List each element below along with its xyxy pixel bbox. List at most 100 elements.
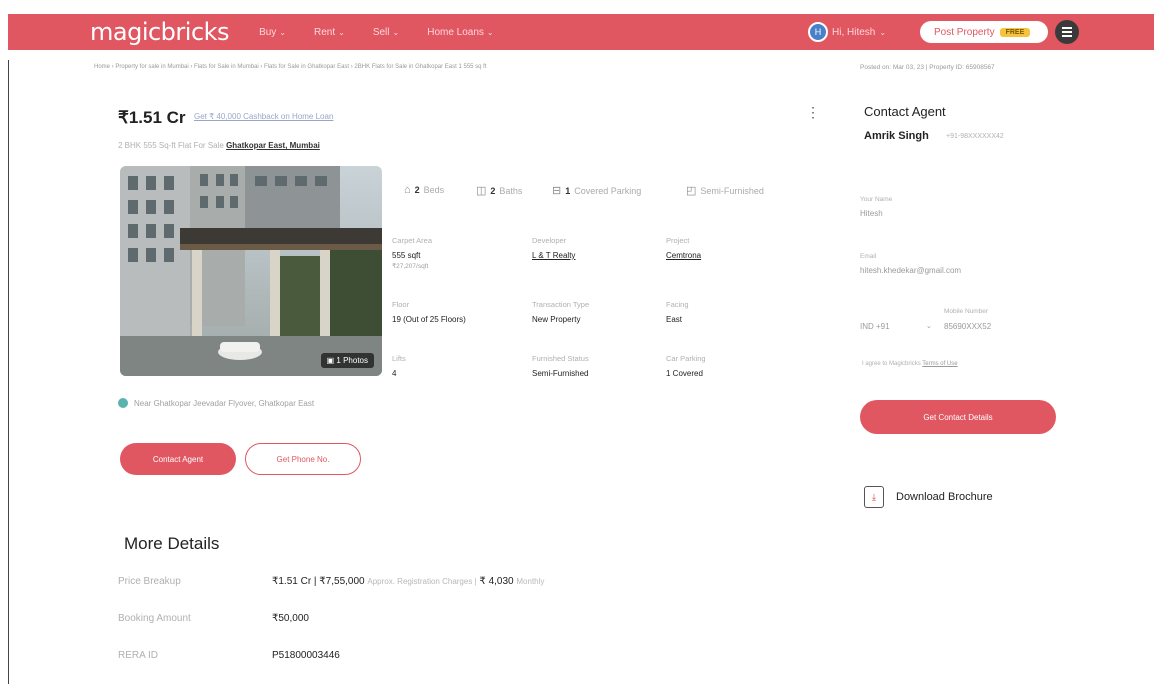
registration-note: Approx. Registration Charges |	[367, 577, 477, 586]
contact-agent-button[interactable]: Contact Agent	[120, 443, 236, 475]
post-property-button[interactable]: Post Property FREE	[920, 21, 1048, 43]
photo-count: 1 Photos	[336, 356, 368, 365]
listing-price: ₹1.51 Cr	[118, 108, 186, 127]
location-pin-icon	[118, 398, 128, 408]
cashback-link[interactable]: Get ₹ 40,000 Cashback on Home Loan	[194, 112, 333, 121]
avatar: H	[808, 22, 828, 42]
spec-label: Developer	[532, 236, 567, 245]
chevron-down-icon[interactable]: ⌄	[926, 322, 932, 330]
contact-agent-title: Contact Agent	[864, 104, 946, 119]
spec-value: New Property	[532, 315, 581, 324]
spec-lifts: Lifts 4	[392, 354, 512, 378]
spec-carpet-area: Carpet Area 555 sqft ₹27,207/sqft	[392, 236, 512, 270]
spec-value: 1 Covered	[666, 369, 703, 378]
baths-info: ◫ 2 Baths	[476, 184, 522, 197]
main-nav: Buy ⌄ Rent ⌄ Sell ⌄ Home Loans ⌄	[259, 27, 494, 38]
spec-value: 19 (Out of 25 Floors)	[392, 315, 466, 324]
listing-location-link[interactable]: Ghatkopar East, Mumbai	[226, 141, 320, 150]
more-details-title: More Details	[124, 534, 220, 553]
detail-label: Price Breakup	[118, 576, 181, 587]
project-link[interactable]: Cemtrona	[666, 251, 786, 260]
name-field[interactable]: Hitesh	[860, 209, 883, 218]
spec-value: 555 sqft	[392, 251, 421, 260]
detail-label: RERA ID	[118, 650, 159, 661]
breadcrumb[interactable]: Home › Property for sale in Mumbai › Fla…	[94, 64, 487, 70]
spec-label: Carpet Area	[392, 236, 433, 245]
detail-value: P51800003446	[272, 650, 340, 661]
spec-developer: Developer L & T Realty	[532, 236, 652, 260]
monthly-value: ₹ 4,030	[479, 576, 514, 587]
spec-facing: Facing East	[666, 300, 786, 324]
terms-link[interactable]: Terms of Use	[922, 361, 957, 367]
spec-label: Furnished Status	[532, 354, 589, 363]
baths-count: 2	[490, 185, 496, 196]
beds-count: 2	[414, 185, 420, 195]
nav-sell[interactable]: Sell ⌄	[373, 27, 399, 38]
page: magicbricks Buy ⌄ Rent ⌄ Sell ⌄ Home Loans ⌄…	[0, 0, 1158, 684]
nearby-text: Near Ghatkopar Jeevadar Flyover, Ghatkop…	[134, 398, 315, 408]
agent-name: Amrik Singh	[864, 130, 929, 142]
nav-rent[interactable]: Rent ⌄	[314, 27, 345, 38]
spec-label: Transaction Type	[532, 300, 590, 309]
bed-icon: ⌂	[404, 184, 411, 196]
chevron-down-icon: ⌄	[279, 27, 286, 37]
monthly-label: Monthly	[516, 577, 545, 586]
spec-value: Semi-Furnished	[532, 369, 589, 378]
spec-project: Project Cemtrona	[666, 236, 786, 260]
nav-rent-label: Rent	[314, 26, 336, 38]
price-breakup-value: ₹1.51 Cr | ₹7,55,000	[272, 576, 365, 587]
mobile-field[interactable]: 85690XXX52	[944, 322, 991, 331]
nav-home-loans[interactable]: Home Loans ⌄	[427, 27, 493, 38]
magicbricks-logo[interactable]: magicbricks	[90, 18, 230, 46]
detail-row-price-breakup: Price Breakup ₹1.51 Cr | ₹7,55,000 Appro…	[118, 576, 544, 587]
chevron-down-icon: ⌄	[879, 27, 887, 37]
chevron-down-icon: ⌄	[392, 27, 400, 37]
mobile-label: Mobile Number	[944, 308, 989, 315]
page-border	[8, 60, 9, 684]
baths-label: Baths	[499, 185, 523, 196]
parking-icon: ⊟	[552, 185, 562, 197]
spec-sub: ₹27,207/sqft	[392, 263, 429, 270]
detail-label: Booking Amount	[118, 613, 191, 624]
photo-count-badge[interactable]: ▣ 1 Photos	[320, 353, 374, 368]
spec-furnished: Furnished Status Semi-Furnished	[532, 354, 652, 378]
detail-value: ₹1.51 Cr | ₹7,55,000 Approx. Registratio…	[272, 576, 544, 587]
property-photo[interactable]: ▣ 1 Photos	[120, 166, 382, 376]
nav-buy[interactable]: Buy ⌄	[259, 27, 286, 38]
email-field[interactable]: hitesh.khedekar@gmail.com	[860, 266, 961, 275]
parking-count: 1	[565, 185, 571, 196]
detail-value: ₹50,000	[272, 613, 309, 624]
email-label: Email	[860, 253, 877, 260]
free-badge: FREE	[999, 27, 1031, 37]
user-menu[interactable]: H Hi, Hitesh ⌄	[808, 22, 886, 42]
bath-icon: ◫	[476, 185, 487, 197]
beds-info: ⌂ 2 Beds	[404, 184, 444, 196]
more-options-icon[interactable]: ⋮	[806, 104, 820, 121]
spec-label: Project	[666, 236, 690, 245]
post-property-label: Post Property	[934, 26, 995, 38]
building-image	[120, 166, 382, 376]
furnishing-info: ◰ Semi-Furnished	[686, 184, 764, 197]
get-contact-details-button[interactable]: Get Contact Details	[860, 400, 1056, 434]
user-name: Hi, Hitesh	[832, 26, 876, 38]
terms-consent: I agree to Magicbricks Terms of Use	[862, 361, 958, 367]
listing-type: 2 BHK 555 Sq-ft Flat For Sale	[118, 141, 224, 150]
get-phone-button[interactable]: Get Phone No.	[245, 443, 361, 475]
hamburger-menu-icon[interactable]	[1055, 20, 1079, 44]
developer-link[interactable]: L & T Realty	[532, 251, 652, 260]
camera-icon: ▣	[326, 356, 335, 365]
spec-floor: Floor 19 (Out of 25 Floors)	[392, 300, 512, 324]
name-label: Your Name	[860, 196, 893, 203]
beds-label: Beds	[423, 185, 445, 195]
detail-row-rera-id: RERA ID P51800003446	[118, 650, 340, 661]
posted-info: Posted on: Mar 03, 23 | Property ID: 659…	[860, 64, 995, 71]
agent-phone: +91-98XXXXXX42	[946, 133, 1004, 140]
spec-value: East	[666, 315, 683, 324]
chevron-down-icon: ⌄	[486, 27, 494, 37]
download-brochure-link[interactable]: ⤓ Download Brochure	[864, 486, 993, 508]
pdf-icon: ⤓	[864, 486, 884, 508]
spec-value: 4	[392, 369, 397, 378]
listing-subtitle: 2 BHK 555 Sq-ft Flat For Sale Ghatkopar …	[118, 141, 320, 150]
furnish-icon: ◰	[686, 185, 697, 197]
country-code-select[interactable]: IND +91	[860, 322, 890, 331]
